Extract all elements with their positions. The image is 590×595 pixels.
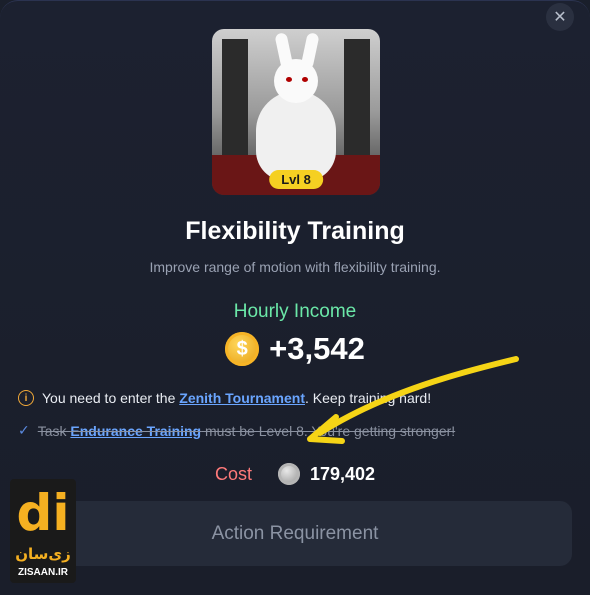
watermark-logo: di زی‌سان ZISAAN.IR (10, 479, 76, 583)
gym-rack-left (222, 39, 248, 159)
gold-coin-icon: $ (225, 332, 260, 366)
hourly-income-row: $ +3,542 (0, 331, 590, 367)
info-icon: i (18, 390, 34, 406)
card-subtitle: Improve range of motion with flexibility… (149, 259, 441, 275)
watermark-en-text: ZISAAN.IR (18, 567, 68, 578)
requirement-text: Task Endurance Training must be Level 8.… (38, 423, 455, 439)
close-button[interactable]: ✕ (546, 3, 574, 31)
requirement-suffix: must be Level 8. You're getting stronger… (201, 422, 456, 439)
hourly-income-label: Hourly Income (233, 301, 357, 322)
requirement-link-zenith-tournament[interactable]: Zenith Tournament (179, 390, 305, 406)
hourly-income-value: +3,542 (269, 331, 365, 366)
cost-row: Cost 179,402 (0, 463, 590, 485)
requirement-link-endurance-training[interactable]: Endurance Training (70, 423, 201, 439)
check-icon: ✓ (18, 422, 30, 438)
watermark-logo-mark: di (16, 484, 70, 542)
card-image: Lvl 8 (212, 29, 380, 195)
watermark-fa-text: زی‌سان (15, 546, 71, 563)
bunny-eye-right (302, 77, 308, 82)
requirement-row: i You need to enter the Zenith Tournamen… (18, 390, 431, 406)
bunny-head (274, 59, 318, 103)
requirement-text: You need to enter the Zenith Tournament.… (42, 390, 431, 406)
cost-label: Cost (214, 463, 252, 484)
silver-coin-icon (277, 463, 300, 485)
requirement-prefix: Task (37, 422, 71, 439)
level-badge: Lvl 8 (269, 170, 323, 189)
close-icon: ✕ (553, 9, 567, 26)
requirement-suffix: . Keep training hard! (305, 390, 432, 406)
bunny-eye-left (286, 77, 292, 82)
cost-value: 179,402 (309, 463, 376, 484)
upgrade-modal: ✕ Lvl 8 Flexibility Training Improve ran… (0, 0, 590, 595)
requirement-row-completed: ✓ Task Endurance Training must be Level … (18, 422, 455, 439)
requirement-prefix: You need to enter the (42, 390, 180, 406)
action-requirement-button[interactable]: Action Requirement (18, 501, 572, 566)
card-title: Flexibility Training (185, 217, 405, 245)
bunny-body (256, 91, 336, 181)
gym-rack-right (344, 39, 370, 159)
